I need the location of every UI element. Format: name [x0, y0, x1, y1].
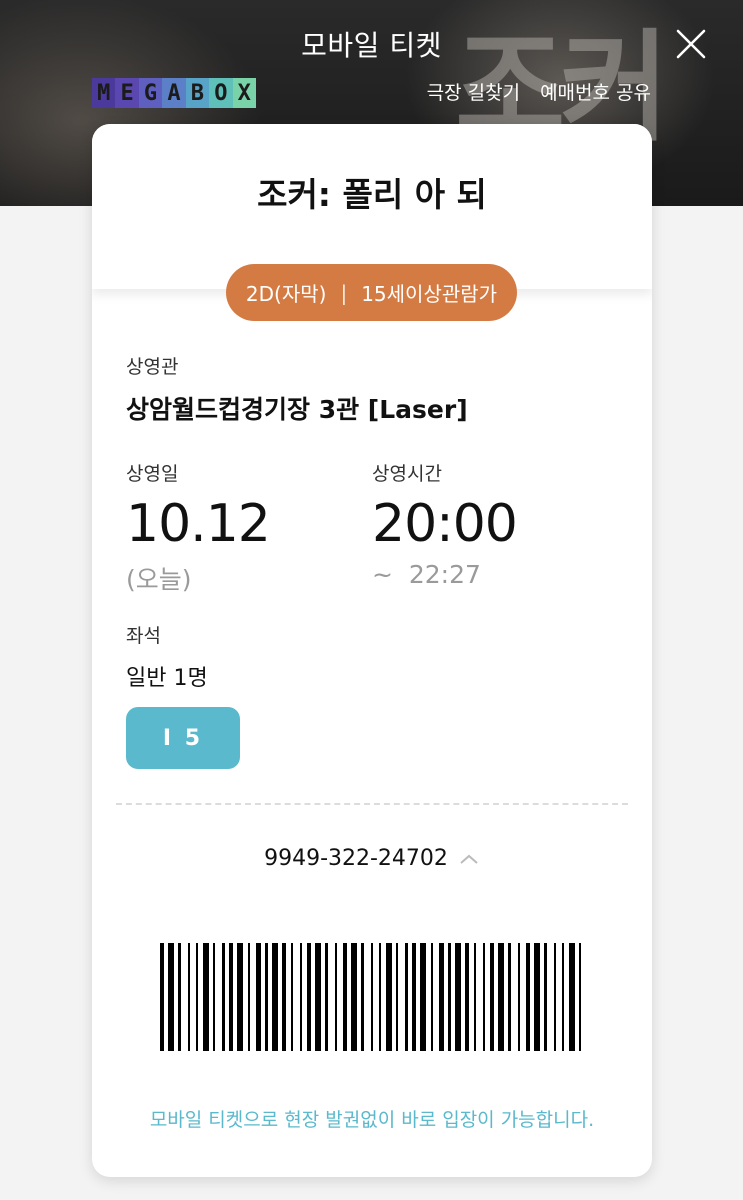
page-title: 모바일 티켓: [301, 29, 442, 62]
date-label: 상영일: [126, 463, 179, 485]
barcode-bar: [203, 943, 209, 1051]
logo-letter: E: [115, 78, 139, 108]
barcode-bar: [335, 943, 337, 1051]
barcode-bar: [498, 943, 504, 1051]
format-rating-badge: 2D(자막) | 15세이상관람가: [226, 264, 517, 321]
seat-number-badge: I 5: [126, 707, 240, 769]
barcode-bar: [222, 943, 225, 1051]
divider: [116, 803, 628, 805]
logo-letter: M: [92, 78, 116, 108]
logo-letter: O: [209, 78, 233, 108]
close-icon: [676, 29, 706, 59]
barcode-bar: [534, 943, 540, 1051]
barcode-bar: [448, 943, 451, 1051]
logo-letter: X: [232, 78, 256, 108]
barcode-bar: [237, 943, 243, 1051]
logo-letter: G: [138, 78, 163, 108]
barcode-bar: [518, 943, 520, 1051]
barcode-bar: [343, 943, 347, 1051]
entry-notice: 모바일 티켓으로 현장 발권없이 바로 입장이 가능합니다.: [149, 1109, 595, 1131]
logo-letter: A: [162, 78, 186, 108]
barcode-bar: [379, 943, 381, 1051]
booking-number-toggle[interactable]: 9949-322-24702: [92, 846, 652, 871]
barcode-bar: [569, 943, 575, 1051]
barcode-bar: [396, 943, 398, 1051]
separator: |: [340, 280, 348, 305]
barcode-bar: [351, 943, 357, 1051]
barcode-bar: [188, 943, 190, 1051]
barcode-bar: [272, 943, 278, 1051]
barcode-bar: [178, 943, 181, 1051]
megabox-logo: MEGABOX: [92, 78, 256, 108]
barcode-bar: [420, 943, 426, 1051]
barcode-bar: [291, 943, 293, 1051]
barcode-bar: [371, 943, 373, 1051]
chevron-up-icon: [460, 854, 478, 864]
rating-label: 15세이상관람가: [361, 282, 498, 306]
barcode-bar: [490, 943, 494, 1051]
barcode-bar: [412, 943, 416, 1051]
date-value: 10.12: [126, 494, 271, 554]
barcode-bar: [325, 943, 328, 1051]
barcode-bar: [544, 943, 547, 1051]
time-label: 상영시간: [372, 463, 442, 485]
barcode-bar: [562, 943, 564, 1051]
barcode-bar: [439, 943, 444, 1051]
barcode-bar: [265, 943, 268, 1051]
barcode-bar: [168, 943, 174, 1051]
time-end: ~ 22:27: [372, 560, 481, 589]
ticket-card: 조커: 폴리 아 되 2D(자막) | 15세이상관람가 상영관 상암월드컵경기…: [92, 124, 652, 1177]
barcode-bar: [508, 943, 511, 1051]
barcode: [160, 943, 581, 1051]
barcode-bar: [554, 943, 556, 1051]
share-booking-link[interactable]: 예매번호 공유: [540, 78, 651, 105]
logo-letter: B: [185, 78, 210, 108]
barcode-bar: [405, 943, 408, 1051]
barcode-bar: [196, 943, 198, 1051]
booking-number: 9949-322-24702: [264, 846, 448, 871]
date-sub: (오늘): [126, 565, 192, 594]
barcode-bar: [213, 943, 215, 1051]
barcode-bar: [579, 943, 581, 1051]
barcode-bar: [474, 943, 476, 1051]
barcode-bar: [386, 943, 392, 1051]
barcode-bar: [361, 943, 364, 1051]
seat-label: 좌석: [126, 625, 161, 647]
barcode-bar: [282, 943, 286, 1051]
theater-label: 상영관: [126, 356, 179, 378]
barcode-bar: [256, 943, 261, 1051]
time-value: 20:00: [372, 494, 518, 554]
theater-value: 상암월드컵경기장 3관 [Laser]: [126, 395, 468, 424]
barcode-bar: [483, 943, 485, 1051]
barcode-bar: [455, 943, 461, 1051]
barcode-bar: [307, 943, 311, 1051]
barcode-bar: [248, 943, 250, 1051]
barcode-bar: [431, 943, 433, 1051]
close-button[interactable]: [673, 26, 709, 62]
directions-link[interactable]: 극장 길찾기: [427, 78, 520, 105]
barcode-bar: [465, 943, 469, 1051]
barcode-bar: [300, 943, 302, 1051]
barcode-bar: [160, 943, 164, 1051]
seat-count: 일반 1명: [126, 666, 208, 691]
movie-title: 조커: 폴리 아 되: [257, 175, 487, 214]
header-links: 극장 길찾기 예매번호 공유: [427, 78, 651, 105]
barcode-bar: [315, 943, 321, 1051]
barcode-bar: [526, 943, 530, 1051]
barcode-bar: [229, 943, 233, 1051]
format-label: 2D(자막): [245, 282, 327, 306]
